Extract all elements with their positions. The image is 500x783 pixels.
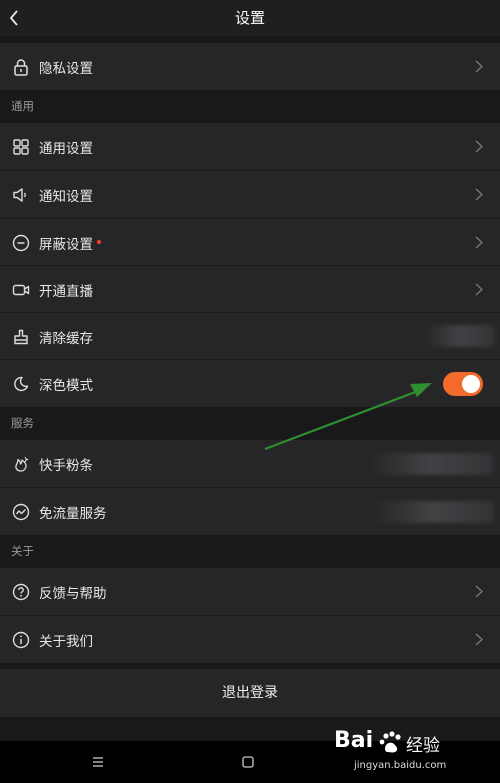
annotation-arrow-shaft <box>264 389 419 451</box>
watermark-url: jingyan.baidu.com <box>354 760 447 771</box>
watermark-brand: Bai <box>334 728 374 753</box>
home-square-icon[interactable] <box>228 741 268 783</box>
green-arrow-annotation <box>264 383 432 451</box>
annotation-arrow-head <box>410 383 432 397</box>
menu-icon[interactable] <box>78 741 118 783</box>
paw-icon <box>379 731 401 753</box>
baidu-jingyan-watermark: Bai 经验 jingyan.baidu.com <box>334 728 484 776</box>
watermark-jingyan: 经验 <box>406 736 440 756</box>
